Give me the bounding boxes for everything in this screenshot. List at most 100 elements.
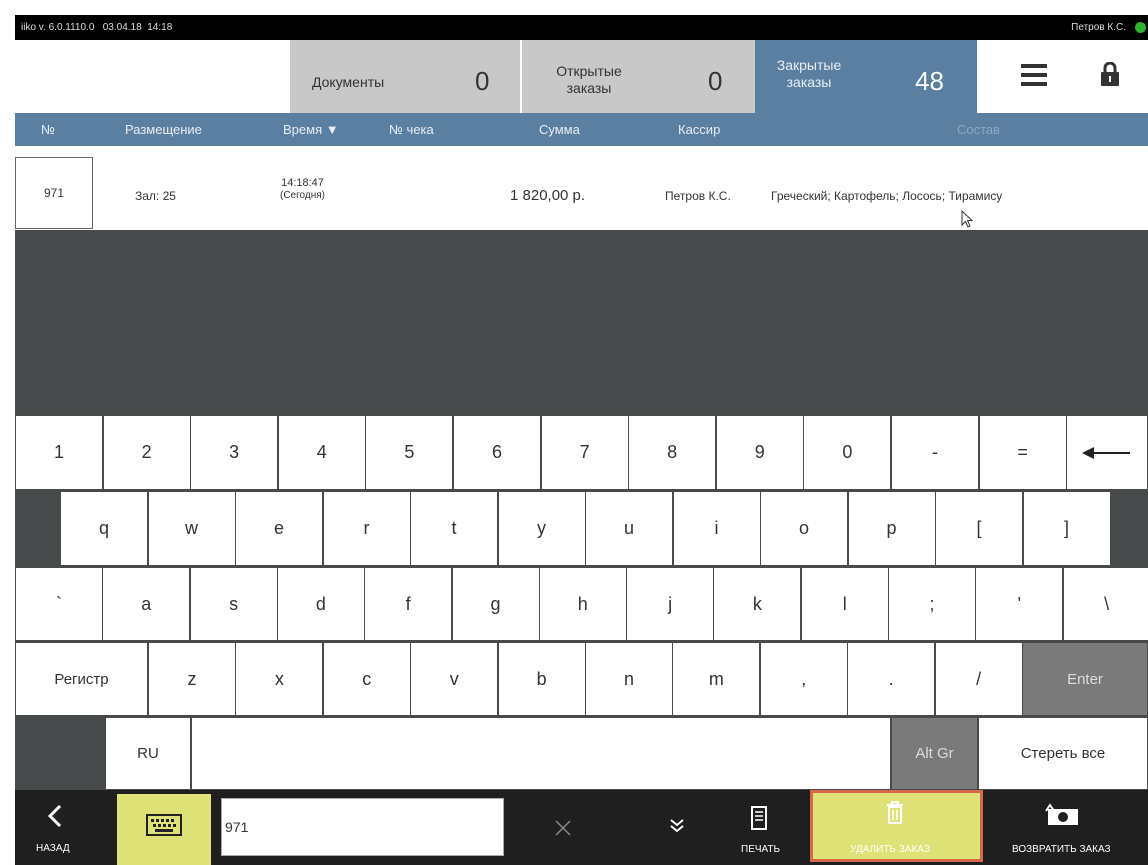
key-4[interactable]: t	[410, 491, 498, 566]
col-number[interactable]: №	[41, 122, 55, 137]
row-placement: Зал: 25	[135, 189, 176, 203]
tab-documents-label: Документы	[312, 74, 385, 90]
key-0[interactable]: 1	[15, 415, 103, 490]
trash-icon	[887, 801, 903, 824]
key-1[interactable]: a	[102, 567, 191, 641]
key-0[interactable]: q	[60, 491, 148, 566]
col-sum[interactable]: Сумма	[539, 122, 580, 137]
tab-documents[interactable]: Документы 0	[290, 40, 520, 113]
back-label: НАЗАД	[36, 843, 70, 854]
key-8[interactable]: k	[713, 567, 802, 641]
keyboard-icon	[146, 814, 182, 836]
key-3[interactable]: v	[410, 642, 499, 716]
key-6[interactable]: h	[538, 567, 627, 641]
key-9[interactable]: l	[800, 567, 889, 641]
return-order-label: ВОЗВРАТИТЬ ЗАКАЗ	[1012, 844, 1111, 855]
language-key[interactable]: RU	[105, 717, 191, 790]
key-10[interactable]: -	[891, 415, 979, 490]
key-11[interactable]: =	[978, 415, 1067, 490]
key-3[interactable]: d	[276, 567, 365, 641]
key-9[interactable]: p	[847, 491, 936, 566]
col-time[interactable]: Время ▼	[283, 122, 339, 137]
backspace-key[interactable]	[1066, 415, 1148, 490]
col-cashier[interactable]: Кассир	[678, 122, 720, 137]
space-key[interactable]	[191, 717, 891, 790]
money-return-icon	[1045, 803, 1078, 825]
lock-button[interactable]	[1067, 40, 1148, 113]
key-9[interactable]: /	[934, 642, 1023, 716]
key-6[interactable]: u	[585, 491, 673, 566]
status-bar: iiko v. 6.0.1110.0 03.04.18 14:18 Петров…	[15, 15, 1148, 40]
key-6[interactable]: m	[672, 642, 761, 716]
key-9[interactable]: 0	[803, 415, 892, 490]
order-list-empty-area	[15, 230, 1148, 415]
menu-button[interactable]	[977, 40, 1067, 113]
key-8[interactable]: .	[847, 642, 936, 716]
back-button[interactable]: НАЗАД	[15, 790, 115, 865]
altgr-key[interactable]: Alt Gr	[891, 717, 978, 790]
key-10[interactable]: ;	[888, 567, 976, 641]
clear-all-key[interactable]: Стереть все	[978, 717, 1148, 790]
key-5[interactable]: y	[497, 491, 586, 566]
key-8[interactable]: 9	[715, 415, 804, 490]
search-input[interactable]: 971	[221, 798, 504, 856]
shift-key[interactable]: Регистр	[15, 642, 148, 716]
key-11[interactable]: '	[975, 567, 1064, 641]
key-4[interactable]: f	[364, 567, 453, 641]
key-1[interactable]: 2	[102, 415, 191, 490]
key-2[interactable]: c	[322, 642, 411, 716]
on-screen-keyboard: 1 2 3 4 5 6 7 8 9 0- = q w e r t y u i o p[] ` a s d f g h j k l; ' \ Рег…	[15, 415, 1148, 790]
row-time: 14:18:47 (Сегодня)	[280, 177, 325, 201]
search-input-value: 971	[225, 819, 249, 835]
receipt-icon	[751, 806, 767, 830]
tab-documents-count: 0	[475, 66, 490, 96]
print-button[interactable]: ПЕЧАТЬ	[720, 790, 800, 865]
tab-spacer	[15, 40, 290, 113]
key-7[interactable]: i	[672, 491, 761, 566]
key-0[interactable]: z	[148, 642, 236, 716]
key-5[interactable]: 6	[453, 415, 541, 490]
key-10[interactable]: [	[935, 491, 1023, 566]
key-4[interactable]: b	[497, 642, 586, 716]
col-contents[interactable]: Состав	[957, 122, 1000, 137]
key-5[interactable]: g	[451, 567, 540, 641]
key-7[interactable]: 8	[628, 415, 717, 490]
tab-closed-orders[interactable]: Закрытые заказы 48	[755, 40, 977, 113]
key-7[interactable]: ,	[759, 642, 848, 716]
keyboard-toggle-button[interactable]	[117, 794, 211, 865]
table-header: № Размещение Время ▼ № чека Сумма Кассир…	[15, 113, 1148, 146]
clear-icon[interactable]	[554, 819, 572, 837]
delete-order-label: УДАЛИТЬ ЗАКАЗ	[850, 844, 930, 855]
key-1[interactable]: w	[147, 491, 236, 566]
key-11[interactable]: ]	[1022, 491, 1111, 566]
table-row[interactable]: 971 Зал: 25 14:18:47 (Сегодня) 1 820,00 р…	[15, 155, 1148, 230]
key-7[interactable]: j	[626, 567, 715, 641]
key-2[interactable]: s	[189, 567, 278, 641]
return-order-button[interactable]: ВОЗВРАТИТЬ ЗАКАЗ	[990, 790, 1148, 865]
delete-order-button[interactable]: УДАЛИТЬ ЗАКАЗ	[810, 790, 983, 862]
key-12[interactable]: \	[1062, 567, 1148, 641]
key-1[interactable]: x	[235, 642, 324, 716]
bottom-toolbar: НАЗАД 971 ПЕЧАТЬ УДАЛИТЬ ЗАКАЗ ВОЗВРАТИТ…	[15, 790, 1148, 865]
backspace-arrow-icon	[1082, 446, 1130, 459]
tab-open-orders[interactable]: Открытые заказы 0	[522, 40, 755, 113]
chevron-left-icon	[47, 804, 62, 828]
key-3[interactable]: 4	[277, 415, 366, 490]
double-chevron-down-icon[interactable]	[668, 818, 686, 834]
key-6[interactable]: 7	[540, 415, 629, 490]
col-placement[interactable]: Размещение	[125, 122, 202, 137]
key-8[interactable]: o	[760, 491, 848, 566]
key-3[interactable]: r	[322, 491, 411, 566]
tab-closed-orders-label: Закрытые заказы	[776, 57, 842, 90]
enter-key[interactable]: Enter	[1022, 642, 1148, 716]
row-cashier: Петров К.С.	[665, 189, 731, 203]
col-receipt[interactable]: № чека	[389, 122, 434, 137]
key-0[interactable]: `	[15, 567, 103, 641]
key-5[interactable]: n	[585, 642, 673, 716]
lock-icon	[1101, 62, 1119, 86]
online-indicator	[1135, 22, 1146, 33]
key-2[interactable]: 3	[190, 415, 279, 490]
key-2[interactable]: e	[235, 491, 323, 566]
key-4[interactable]: 5	[365, 415, 454, 490]
mouse-cursor-icon	[961, 210, 973, 228]
